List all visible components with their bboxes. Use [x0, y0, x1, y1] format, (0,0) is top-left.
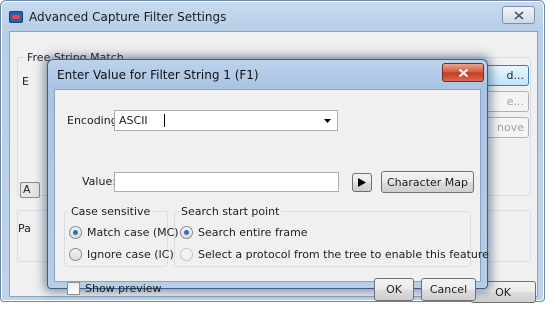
close-icon: [513, 10, 524, 20]
cancel-button[interactable]: Cancel: [421, 278, 476, 301]
window-close-button[interactable]: [502, 6, 535, 24]
radio-unselected-icon: [69, 248, 82, 261]
value-label: Value:: [82, 175, 116, 188]
enter-value-dialog: Enter Value for Filter String 1 (F1) Enc…: [47, 59, 489, 301]
window-title: Advanced Capture Filter Settings: [29, 10, 227, 24]
show-preview-label: Show preview: [85, 282, 162, 295]
insert-value-button[interactable]: [352, 173, 372, 192]
select-protocol-label: Select a protocol from the tree to enabl…: [198, 248, 489, 261]
dialog-title: Enter Value for Filter String 1 (F1): [57, 68, 259, 82]
search-entire-frame-label: Search entire frame: [198, 226, 308, 239]
ignore-case-radio[interactable]: Ignore case (IC): [69, 248, 174, 261]
play-arrow-icon: [358, 178, 366, 187]
character-map-button[interactable]: Character Map: [381, 171, 474, 193]
select-protocol-radio[interactable]: Select a protocol from the tree to enabl…: [180, 248, 489, 261]
match-case-radio[interactable]: Match case (MC): [69, 226, 179, 239]
pattern-label-fragment: Pa: [18, 222, 31, 235]
show-preview-checkbox[interactable]: Show preview: [67, 282, 162, 295]
close-icon: [458, 68, 468, 77]
encoding-select[interactable]: ASCII: [114, 110, 338, 131]
checkbox-unchecked-icon: [67, 282, 80, 295]
encoding-value: ASCII: [119, 114, 148, 127]
ignore-case-label: Ignore case (IC): [87, 248, 174, 261]
chevron-down-icon: [321, 111, 333, 130]
add-button-fragment[interactable]: A: [20, 182, 40, 198]
dialog-client-area: Encoding: ASCII Value: Character Map Cas…: [54, 89, 489, 301]
match-case-label: Match case (MC): [87, 226, 179, 239]
text-caret: [164, 114, 165, 127]
radio-disabled-icon: [180, 248, 193, 261]
radio-selected-icon: [180, 226, 193, 239]
case-sensitive-title: Case sensitive: [69, 205, 153, 218]
list-fragment-e: E: [22, 75, 29, 88]
app-icon: [9, 11, 23, 23]
dialog-close-button[interactable]: [442, 63, 484, 82]
radio-selected-icon: [69, 226, 82, 239]
value-input[interactable]: [114, 172, 339, 192]
ok-button[interactable]: OK: [374, 278, 414, 301]
search-start-title: Search start point: [179, 205, 282, 218]
search-entire-frame-radio[interactable]: Search entire frame: [180, 226, 308, 239]
